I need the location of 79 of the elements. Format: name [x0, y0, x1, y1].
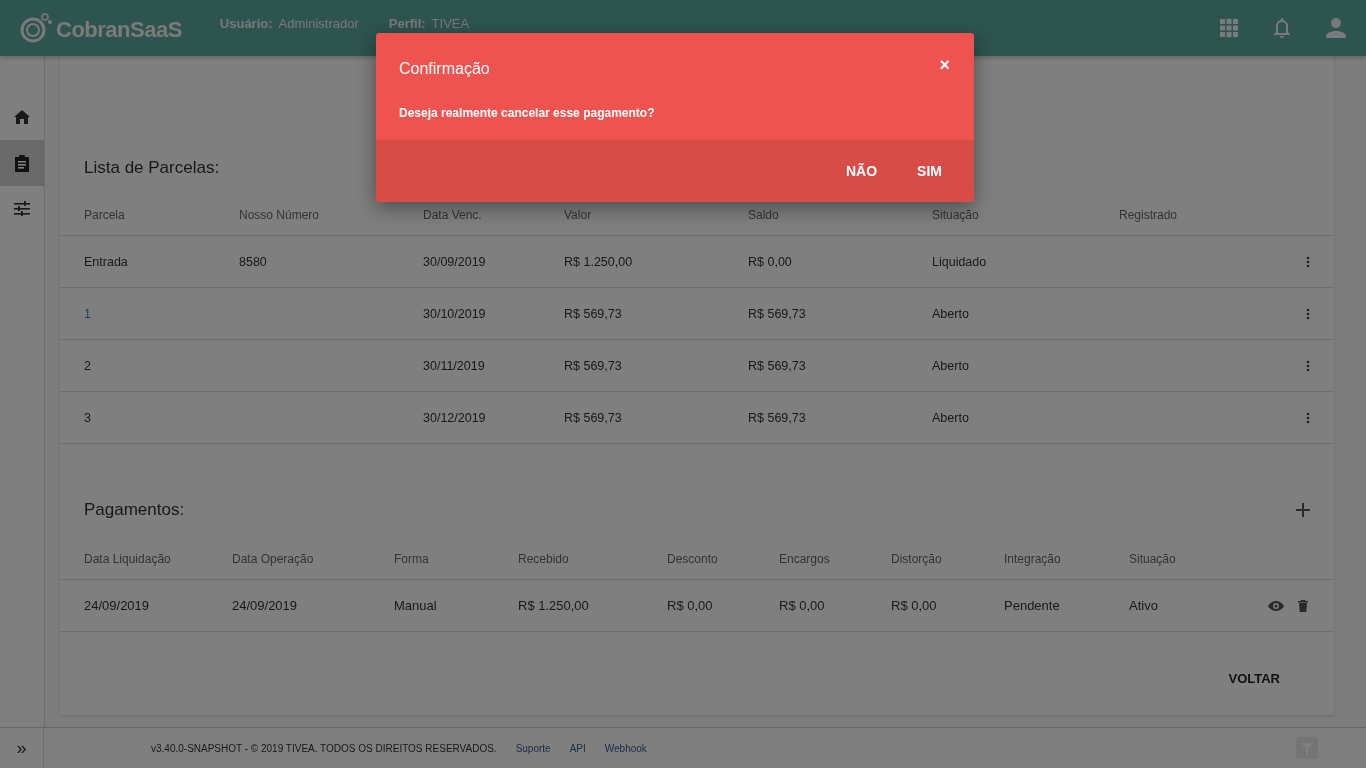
- coin-logo-icon: [20, 13, 54, 43]
- column-header: Parcela: [84, 208, 126, 222]
- profile-name: TIVEA: [431, 15, 470, 31]
- installment-link[interactable]: 1: [84, 306, 239, 321]
- table-cell-text: Liquidado: [932, 254, 988, 269]
- column-header: Integração: [1004, 552, 1062, 566]
- table-cell-text: Aberto: [932, 306, 970, 321]
- section-title: Pagamentos:: [83, 500, 185, 520]
- trash-icon[interactable]: [1298, 599, 1308, 612]
- user-icon[interactable]: [1326, 18, 1346, 38]
- footer-link[interactable]: Webhook: [604, 742, 647, 754]
- column-header: Distorção: [891, 552, 943, 566]
- dialog-button[interactable]: SIM: [901, 155, 958, 187]
- profile-label: Perfil:: [388, 15, 426, 31]
- table-cell-text: R$ 569,73: [564, 358, 623, 373]
- column-header: Valor: [564, 208, 593, 222]
- footer-link[interactable]: Suporte: [515, 742, 551, 754]
- column-header: Data Venc.: [423, 208, 483, 222]
- table-cell-text: 2: [84, 358, 92, 373]
- table-cell-text: Entrada: [84, 254, 129, 269]
- home-icon: [14, 110, 30, 124]
- user-name: Administrador: [278, 15, 359, 31]
- add-icon[interactable]: [1296, 503, 1310, 517]
- column-header: Saldo: [748, 208, 780, 222]
- column-header: Situação: [932, 208, 980, 222]
- column-header: Nosso Número: [239, 208, 321, 222]
- table-cell-text: R$ 569,73: [748, 410, 807, 425]
- table-cell-text: R$ 569,73: [564, 410, 623, 425]
- table-cell-text: R$ 0,00: [667, 598, 714, 613]
- nav-item[interactable]: [0, 140, 44, 186]
- column-header: Forma: [394, 552, 430, 566]
- bell-icon[interactable]: [1272, 17, 1292, 39]
- more-options-icon[interactable]: [1306, 411, 1310, 424]
- table-cell-text: R$ 569,73: [564, 306, 623, 321]
- more-options-icon[interactable]: [1306, 359, 1310, 372]
- table-cell-text: R$ 0,00: [748, 254, 793, 269]
- footer-link[interactable]: API: [569, 742, 586, 754]
- copyright-text: v3.40.0-SNAPSHOT - © 2019 TIVEA. TODOS OS DIREITOS RESERVADOS.: [151, 742, 497, 754]
- back-button[interactable]: VOLTAR: [1222, 670, 1286, 687]
- user-label: Usuário:: [219, 15, 273, 31]
- table-cell-text: Pendente: [1004, 598, 1061, 613]
- dialog-button[interactable]: NÃO: [830, 155, 894, 187]
- table-cell-text: R$ 0,00: [891, 598, 938, 613]
- table-cell-text: 30/12/2019: [423, 410, 487, 425]
- column-header: Recebido: [518, 552, 570, 566]
- table-cell-text: R$ 1.250,00: [518, 598, 590, 613]
- eye-icon[interactable]: [1268, 600, 1284, 611]
- column-header: Encargos: [779, 552, 831, 566]
- sliders-icon: [14, 201, 30, 217]
- table-cell-text: 30/11/2019: [423, 358, 486, 373]
- brand-name: CobranSaaS: [56, 17, 182, 43]
- table-cell-text: 30/09/2019: [423, 254, 487, 269]
- table-cell-text: Aberto: [932, 358, 970, 373]
- column-header: Desconto: [667, 552, 719, 566]
- table-cell-text: 30/10/2019: [423, 306, 487, 321]
- table-cell-text: Aberto: [932, 410, 970, 425]
- section-title: Lista de Parcelas:: [83, 158, 220, 178]
- more-options-icon[interactable]: [1306, 307, 1310, 320]
- more-options-icon[interactable]: [1306, 255, 1310, 268]
- table-cell-text: R$ 569,73: [748, 358, 807, 373]
- close-button[interactable]: ×: [939, 55, 950, 82]
- table-cell-text: R$ 569,73: [748, 306, 807, 321]
- table-cell-text: 24/09/2019: [232, 598, 299, 613]
- dialog-title: Confirmação: [399, 59, 490, 78]
- table-cell-text: R$ 1.250,00: [564, 254, 634, 269]
- dialog-message: Deseja realmente cancelar esse pagamento?: [399, 106, 656, 120]
- table-cell-text: 3: [84, 410, 92, 425]
- column-header: Data Operação: [232, 552, 315, 566]
- apps-grid-icon[interactable]: [1220, 19, 1238, 37]
- expand-sidebar-button[interactable]: »: [0, 728, 44, 768]
- column-header: Data Liquidação: [84, 552, 172, 566]
- table-cell-text: 24/09/2019: [84, 598, 151, 613]
- table-cell-text: Manual: [394, 598, 438, 613]
- table-cell-text: 8580: [239, 254, 268, 269]
- clipboard-icon: [15, 154, 29, 172]
- column-header: Registrado: [1119, 208, 1179, 222]
- table-cell-text: Ativo: [1129, 598, 1159, 613]
- table-cell-text: R$ 0,00: [779, 598, 826, 613]
- column-header: Situação: [1129, 552, 1177, 566]
